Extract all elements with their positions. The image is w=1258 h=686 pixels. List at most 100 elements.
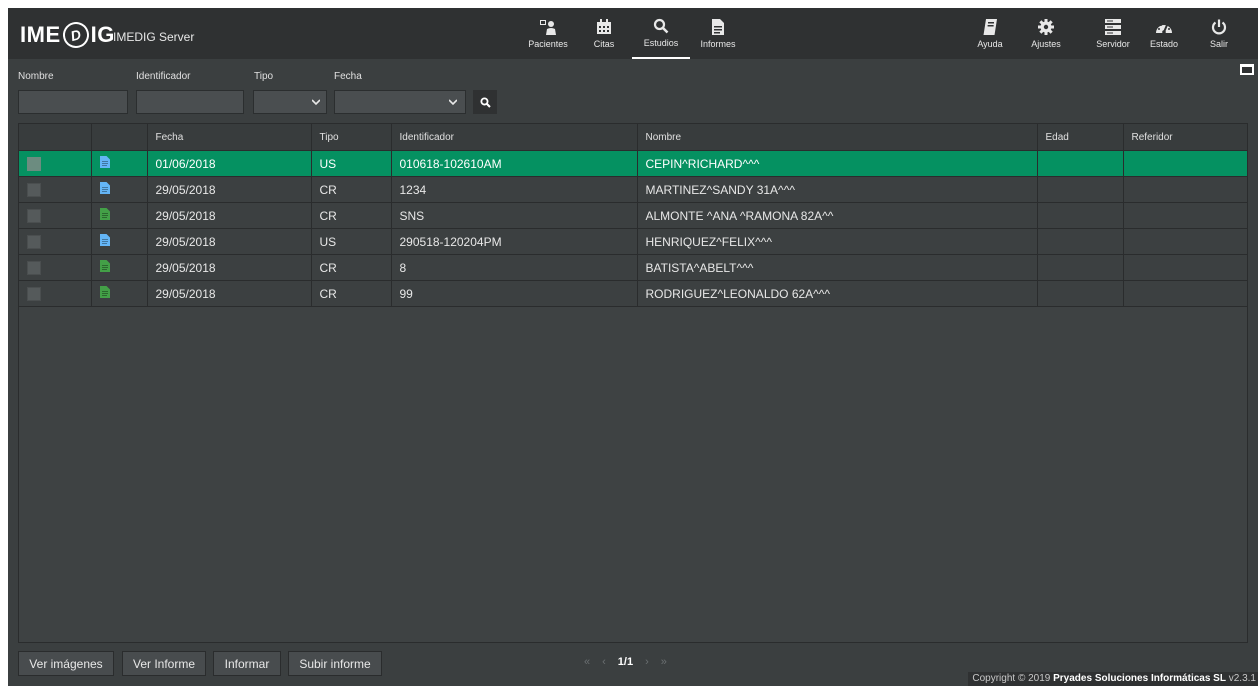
cell-edad [1037, 150, 1124, 177]
cell-identificador: 290518-120204PM [391, 228, 638, 255]
cell-edad [1037, 176, 1124, 203]
nav-label: Estado [1149, 39, 1179, 49]
row-checkbox-cell[interactable] [19, 150, 92, 177]
search-button[interactable] [473, 90, 497, 114]
cell-nombre: BATISTA^ABELT^^^ [637, 254, 1038, 281]
next-page-button[interactable]: › [645, 656, 649, 668]
row-checkbox[interactable] [27, 286, 41, 301]
row-checkbox-cell[interactable] [19, 202, 92, 229]
server-name: IMEDIG Server [113, 30, 195, 44]
first-page-button[interactable]: « [584, 656, 590, 668]
table-row[interactable]: 29/05/2018 CR 1234 MARTINEZ^SANDY 31A^^^ [19, 176, 1248, 203]
cell-referidor [1123, 150, 1248, 177]
nav-label: Ajustes [1031, 39, 1061, 49]
row-checkbox[interactable] [27, 208, 41, 223]
minimize-panel-button[interactable] [1240, 64, 1254, 75]
app-window: IME D IG IMEDIG Server Pacientes Citas Est… [8, 8, 1258, 686]
cell-edad [1037, 280, 1124, 307]
table-row[interactable]: 29/05/2018 CR SNS ALMONTE ^ANA ^RAMONA 8… [19, 202, 1248, 229]
dashboard-icon [1155, 18, 1173, 36]
col-header-identificador[interactable]: Identificador [391, 124, 638, 151]
subir-informe-button[interactable]: Subir informe [288, 651, 382, 676]
prev-page-button[interactable]: ‹ [602, 656, 606, 668]
nombre-input[interactable] [18, 90, 128, 114]
page-indicator: 1/1 [617, 656, 634, 668]
table-row[interactable]: 01/06/2018 US 010618-102610AM CEPIN^RICH… [19, 150, 1248, 177]
nav-label: Estudios [643, 38, 679, 48]
cell-referidor [1123, 228, 1248, 255]
identificador-input[interactable] [136, 90, 244, 114]
document-icon[interactable] [99, 260, 110, 275]
nav-pacientes[interactable]: Pacientes [520, 8, 576, 59]
nav-citas[interactable]: Citas [584, 8, 624, 59]
copyright-footer: Copyright © 2019 Pryades Soluciones Info… [968, 672, 1258, 686]
row-doc-cell[interactable] [91, 202, 148, 229]
row-checkbox-cell[interactable] [19, 228, 92, 255]
col-header-tipo[interactable]: Tipo [311, 124, 392, 151]
cell-edad [1037, 228, 1124, 255]
row-doc-cell[interactable] [91, 280, 148, 307]
row-checkbox-cell[interactable] [19, 254, 92, 281]
cell-tipo: US [311, 228, 392, 255]
cell-nombre: MARTINEZ^SANDY 31A^^^ [637, 176, 1038, 203]
cell-fecha: 29/05/2018 [147, 176, 312, 203]
fecha-label: Fecha [334, 71, 362, 82]
document-icon[interactable] [99, 182, 110, 197]
document-icon [711, 18, 725, 36]
fecha-select[interactable] [334, 90, 466, 114]
cell-referidor [1123, 202, 1248, 229]
row-doc-cell[interactable] [91, 254, 148, 281]
col-header-nombre[interactable]: Nombre [637, 124, 1038, 151]
row-doc-cell[interactable] [91, 176, 148, 203]
tipo-select[interactable] [253, 90, 327, 114]
nav-salir[interactable]: Salir [1202, 8, 1236, 59]
row-checkbox[interactable] [27, 234, 41, 249]
chevron-down-icon [312, 99, 320, 106]
nav-ayuda[interactable]: Ayuda [970, 8, 1010, 59]
table-row[interactable]: 29/05/2018 CR 8 BATISTA^ABELT^^^ [19, 254, 1248, 281]
identificador-label: Identificador [136, 71, 191, 82]
cell-tipo: CR [311, 202, 392, 229]
cell-identificador: 8 [391, 254, 638, 281]
nav-informes[interactable]: Informes [696, 8, 740, 59]
last-page-button[interactable]: » [661, 656, 667, 668]
nav-estudios[interactable]: Estudios [632, 8, 690, 59]
row-doc-cell[interactable] [91, 228, 148, 255]
nav-estado[interactable]: Estado [1144, 8, 1184, 59]
cell-nombre: ALMONTE ^ANA ^RAMONA 82A^^ [637, 202, 1038, 229]
table-row[interactable]: 29/05/2018 CR 99 RODRIGUEZ^LEONALDO 62A^… [19, 280, 1248, 307]
row-doc-cell[interactable] [91, 150, 148, 177]
row-checkbox-cell[interactable] [19, 176, 92, 203]
col-header-edad[interactable]: Edad [1037, 124, 1124, 151]
nombre-label: Nombre [18, 71, 54, 82]
col-header-referidor[interactable]: Referidor [1123, 124, 1248, 151]
nav-label: Servidor [1096, 39, 1130, 49]
col-header-select [19, 124, 92, 151]
row-checkbox-cell[interactable] [19, 280, 92, 307]
nav-servidor[interactable]: Servidor [1090, 8, 1136, 59]
ver-imagenes-button[interactable]: Ver imágenes [18, 651, 114, 676]
cell-identificador: 1234 [391, 176, 638, 203]
row-checkbox[interactable] [27, 156, 41, 171]
document-icon[interactable] [99, 208, 110, 223]
cell-tipo: CR [311, 176, 392, 203]
ver-informe-button[interactable]: Ver Informe [122, 651, 206, 676]
informar-button[interactable]: Informar [213, 651, 281, 676]
nav-ajustes[interactable]: Ajustes [1026, 8, 1066, 59]
cell-referidor [1123, 176, 1248, 203]
row-checkbox[interactable] [27, 260, 41, 275]
cell-identificador: 010618-102610AM [391, 150, 638, 177]
document-icon[interactable] [99, 286, 110, 301]
calendar-icon [596, 18, 612, 36]
search-icon [653, 17, 669, 35]
logo: IME D IG [20, 19, 115, 51]
table-row[interactable]: 29/05/2018 US 290518-120204PM HENRIQUEZ^… [19, 228, 1248, 255]
row-checkbox[interactable] [27, 182, 41, 197]
studies-table: Fecha Tipo Identificador Nombre Edad Ref… [18, 123, 1248, 643]
cell-identificador: SNS [391, 202, 638, 229]
document-icon[interactable] [99, 234, 110, 249]
cell-fecha: 29/05/2018 [147, 202, 312, 229]
book-icon [983, 18, 997, 36]
document-icon[interactable] [99, 156, 110, 171]
col-header-fecha[interactable]: Fecha [147, 124, 312, 151]
